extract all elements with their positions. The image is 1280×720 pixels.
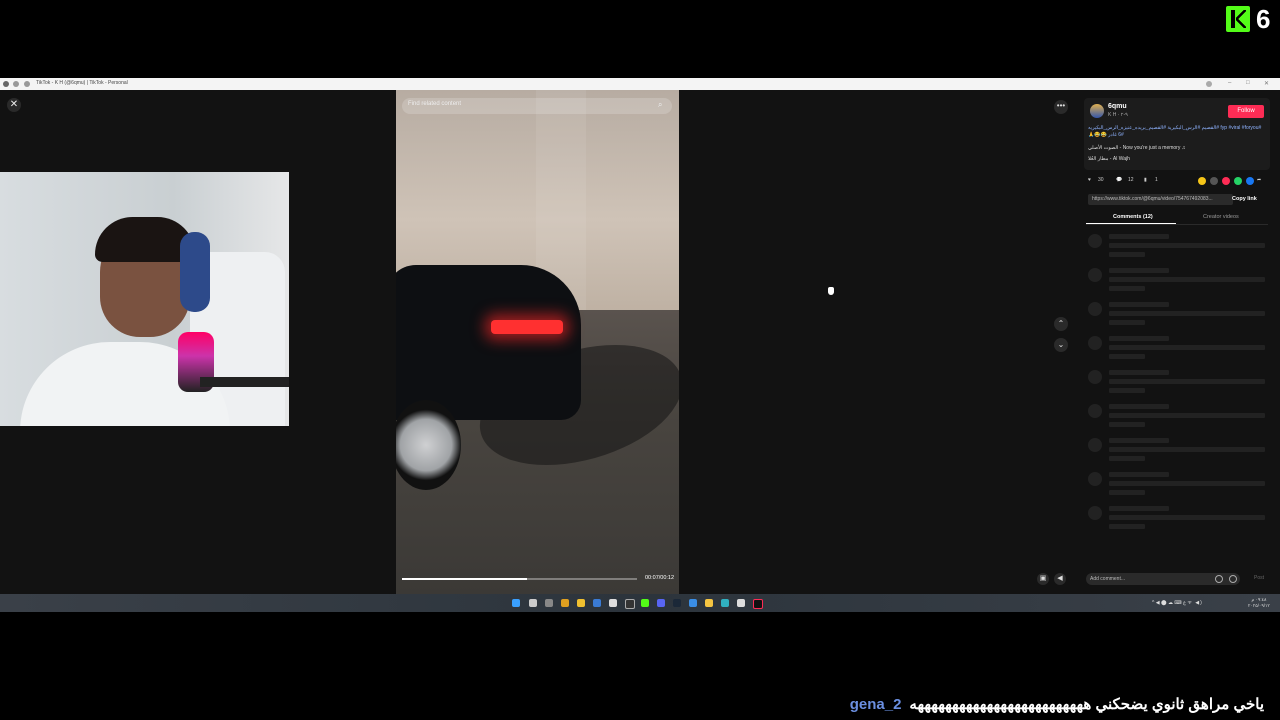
- video-progress-bar[interactable]: [402, 578, 637, 580]
- post-info-card: 6qmu K H · ٩-٢ Follow #fyp #viral #foryo…: [1084, 98, 1270, 170]
- close-icon[interactable]: ✕: [7, 98, 21, 112]
- whatsapp-icon[interactable]: [1234, 177, 1242, 185]
- clock-date: ٢٠٢٥/٠٩/١٢: [1248, 603, 1270, 608]
- like-count: 30: [1098, 177, 1104, 183]
- back-icon[interactable]: [13, 81, 19, 87]
- taskbar: ^ ◀ ⬤ ☁ ⌨ ع ᯤ ◀) ٠٩:٤٨ م ٢٠٢٥/٠٩/١٢: [0, 594, 1280, 612]
- profile-icon[interactable]: [1206, 81, 1212, 87]
- brand-number: 6: [1256, 4, 1271, 34]
- heart-icon[interactable]: ♥: [1088, 177, 1091, 183]
- chat-username[interactable]: gena_2: [850, 696, 902, 713]
- car-image: [396, 265, 581, 420]
- chat-text: ياخي مراهق ثانوي يضحكني هههههههههههههههه…: [909, 696, 1264, 713]
- tiktok-viewer: ✕ Find related content ⌕ 00:07/00:12 •••…: [0, 90, 1280, 594]
- file-explorer-icon[interactable]: [705, 599, 713, 607]
- app-icon[interactable]: [689, 599, 697, 607]
- video-progress-fill: [402, 578, 527, 580]
- search-icon[interactable]: ⌕: [658, 100, 662, 110]
- kick-logo: [1226, 6, 1250, 32]
- obs-icon[interactable]: [625, 599, 635, 609]
- app-icon[interactable]: [561, 599, 569, 607]
- comment-icon[interactable]: 💬: [1116, 177, 1122, 183]
- user-subname: K H · ٩-٢: [1108, 112, 1128, 118]
- tab-creator-videos[interactable]: Creator videos: [1203, 214, 1239, 220]
- video-link-field[interactable]: https://www.tiktok.com/@6qmu/video/75476…: [1088, 194, 1233, 205]
- comment-count: 12: [1128, 177, 1134, 183]
- tab-title: TikTok - K H (@6qmu) | TikTok - Personal: [36, 80, 128, 86]
- clock[interactable]: ٠٩:٤٨ م ٢٠٢٥/٠٩/١٢: [1248, 597, 1270, 609]
- app-icon[interactable]: [609, 599, 617, 607]
- mouse-cursor: [828, 287, 834, 295]
- picture-in-picture-icon[interactable]: ▣: [1037, 573, 1049, 585]
- video-player[interactable]: Find related content ⌕ 00:07/00:12: [396, 90, 679, 594]
- maximize-button[interactable]: □: [1246, 80, 1250, 86]
- browser-icon[interactable]: [3, 81, 9, 87]
- steam-icon[interactable]: [673, 599, 681, 607]
- music-link[interactable]: الصوت الأصلي - Now you're just a memory …: [1088, 145, 1185, 151]
- tab-comments[interactable]: Comments (12): [1113, 214, 1153, 220]
- facebook-icon[interactable]: [1246, 177, 1254, 185]
- browser-titlebar: TikTok - K H (@6qmu) | TikTok - Personal…: [0, 78, 1280, 90]
- discord-icon[interactable]: [657, 599, 665, 607]
- minimize-button[interactable]: –: [1228, 80, 1231, 86]
- emoji-icon[interactable]: [1229, 575, 1237, 583]
- search-taskbar-icon[interactable]: [529, 599, 537, 607]
- related-search-placeholder: Find related content: [408, 101, 462, 107]
- webcam-overlay: [0, 172, 289, 426]
- username[interactable]: 6qmu: [1108, 103, 1127, 110]
- forward-icon[interactable]: ➦: [1257, 177, 1261, 183]
- windows-start-icon[interactable]: [512, 599, 520, 607]
- post-panel: 6qmu K H · ٩-٢ Follow #fyp #viral #foryo…: [1076, 90, 1280, 594]
- embed-icon[interactable]: [1210, 177, 1218, 185]
- video-time: 00:07/00:12: [645, 575, 675, 581]
- chevron-down-icon[interactable]: ⌄: [1054, 338, 1068, 352]
- post-comment-button[interactable]: Post: [1254, 575, 1264, 581]
- avatar[interactable]: [1090, 104, 1104, 118]
- tiktok-icon[interactable]: [753, 599, 763, 609]
- kick-taskbar-icon[interactable]: [641, 599, 649, 607]
- close-window-button[interactable]: ✕: [1264, 80, 1269, 87]
- settings-icon[interactable]: [737, 599, 745, 607]
- post-caption: #fyp #viral #foryou #القصيم #الرس_البكير…: [1088, 125, 1262, 138]
- system-tray[interactable]: ^ ◀ ⬤ ☁ ⌨ ع ᯤ ◀): [1152, 600, 1203, 606]
- task-view-icon[interactable]: [545, 599, 553, 607]
- save-count: 1: [1155, 177, 1158, 183]
- chevron-up-icon[interactable]: ⌃: [1054, 317, 1068, 331]
- chat-message: gena_2 ياخي مراهق ثانوي يضحكني هههههههههه…: [850, 695, 1264, 713]
- more-icon[interactable]: •••: [1054, 100, 1068, 114]
- follow-button[interactable]: Follow: [1228, 105, 1264, 118]
- copy-link-button[interactable]: Copy link: [1232, 194, 1257, 205]
- volume-icon[interactable]: ◀: [1054, 573, 1066, 585]
- location-link[interactable]: مطار العُلا - Al Wajh: [1088, 156, 1130, 162]
- bookmark-icon[interactable]: ▮: [1144, 177, 1147, 183]
- reload-icon[interactable]: [24, 81, 30, 87]
- app-icon[interactable]: [577, 599, 585, 607]
- vscode-icon[interactable]: [593, 599, 601, 607]
- app-icon[interactable]: [721, 599, 729, 607]
- send-icon[interactable]: [1222, 177, 1230, 185]
- mention-icon[interactable]: [1215, 575, 1223, 583]
- share-icon[interactable]: [1198, 177, 1206, 185]
